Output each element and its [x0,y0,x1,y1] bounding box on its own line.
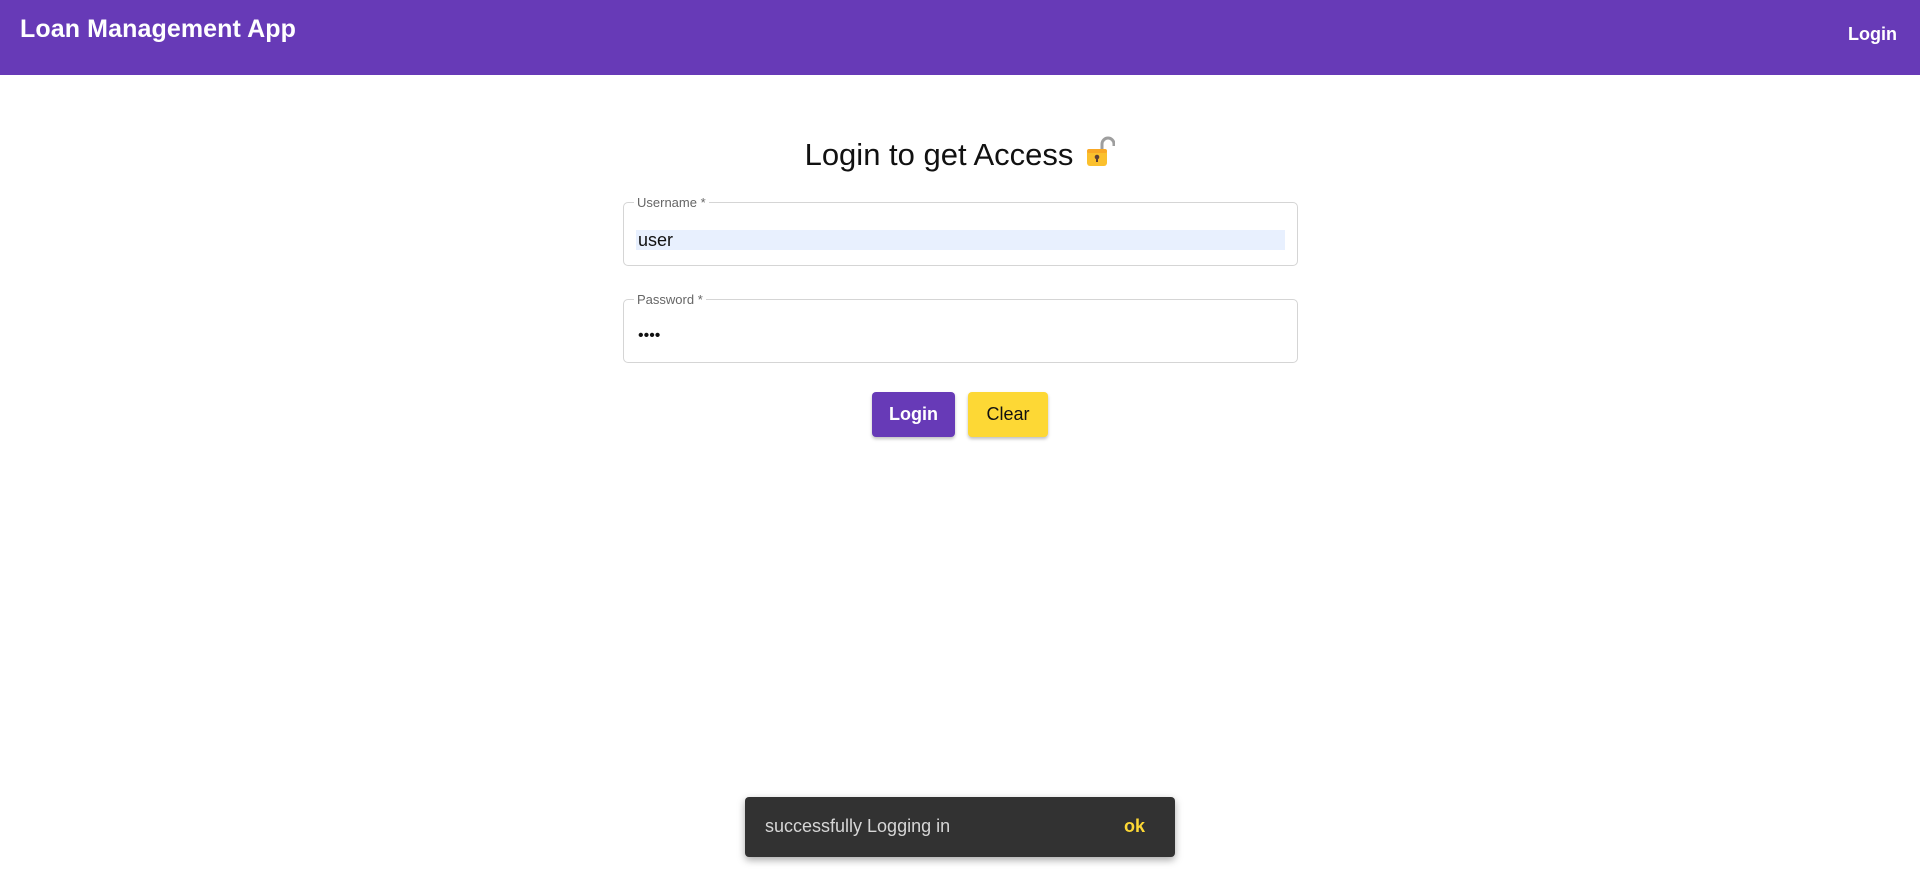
nav-login-link[interactable]: Login [1848,24,1897,45]
password-input[interactable]: •••• [636,326,1285,346]
page-title: Login to get Access [0,136,1920,176]
password-label: Password * [634,292,706,307]
password-field[interactable]: Password * •••• [623,292,1298,363]
username-field[interactable]: Username * user [623,195,1298,266]
login-button[interactable]: Login [872,392,955,437]
app-toolbar: Loan Management App Login [0,0,1920,75]
username-input[interactable]: user [636,230,1285,250]
snackbar-message: successfully Logging in [765,816,951,836]
snackbar: successfully Logging in ok [745,797,1175,857]
username-label: Username * [634,195,709,210]
clear-button[interactable]: Clear [968,392,1048,437]
snackbar-ok-button[interactable]: ok [1124,816,1145,837]
page-title-text: Login to get Access [804,137,1074,172]
app-title: Loan Management App [20,15,296,43]
lock-icon [1085,136,1116,176]
